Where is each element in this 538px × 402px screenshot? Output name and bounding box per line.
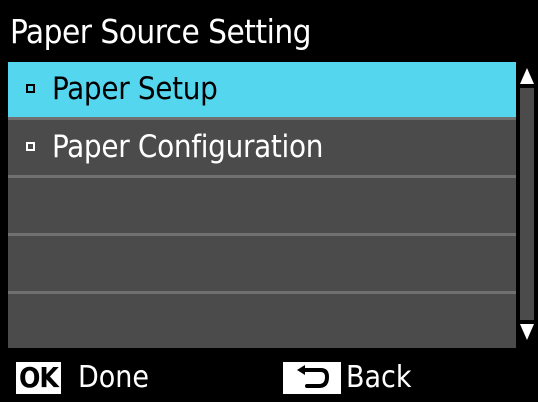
menu-item-empty bbox=[8, 178, 516, 233]
done-label: Done bbox=[78, 360, 150, 395]
menu-item-paper-setup[interactable]: Paper Setup bbox=[8, 62, 516, 117]
ok-key-icon[interactable]: OK bbox=[16, 362, 61, 394]
menu-item-paper-configuration[interactable]: Paper Configuration bbox=[8, 120, 516, 175]
bullet-icon bbox=[26, 84, 35, 93]
menu-item-label: Paper Configuration bbox=[52, 129, 324, 165]
footer-bar: OK Done Back bbox=[0, 352, 538, 402]
screen-title: Paper Source Setting bbox=[10, 12, 312, 51]
bullet-icon bbox=[26, 142, 35, 151]
menu-list: Paper Setup Paper Configuration bbox=[8, 62, 516, 348]
menu-item-empty bbox=[8, 294, 516, 348]
scroll-track[interactable] bbox=[520, 88, 534, 320]
printer-lcd-screen: Paper Source Setting Paper Setup Paper C… bbox=[0, 0, 538, 402]
scrollbar[interactable] bbox=[516, 62, 538, 348]
menu-item-label: Paper Setup bbox=[52, 71, 218, 107]
scroll-up-arrow-icon[interactable] bbox=[520, 68, 534, 84]
title-bar: Paper Source Setting bbox=[8, 6, 530, 60]
scroll-down-arrow-icon[interactable] bbox=[520, 324, 534, 340]
back-arrow-icon[interactable] bbox=[283, 362, 341, 394]
menu-item-empty bbox=[8, 236, 516, 291]
back-label: Back bbox=[346, 360, 412, 395]
